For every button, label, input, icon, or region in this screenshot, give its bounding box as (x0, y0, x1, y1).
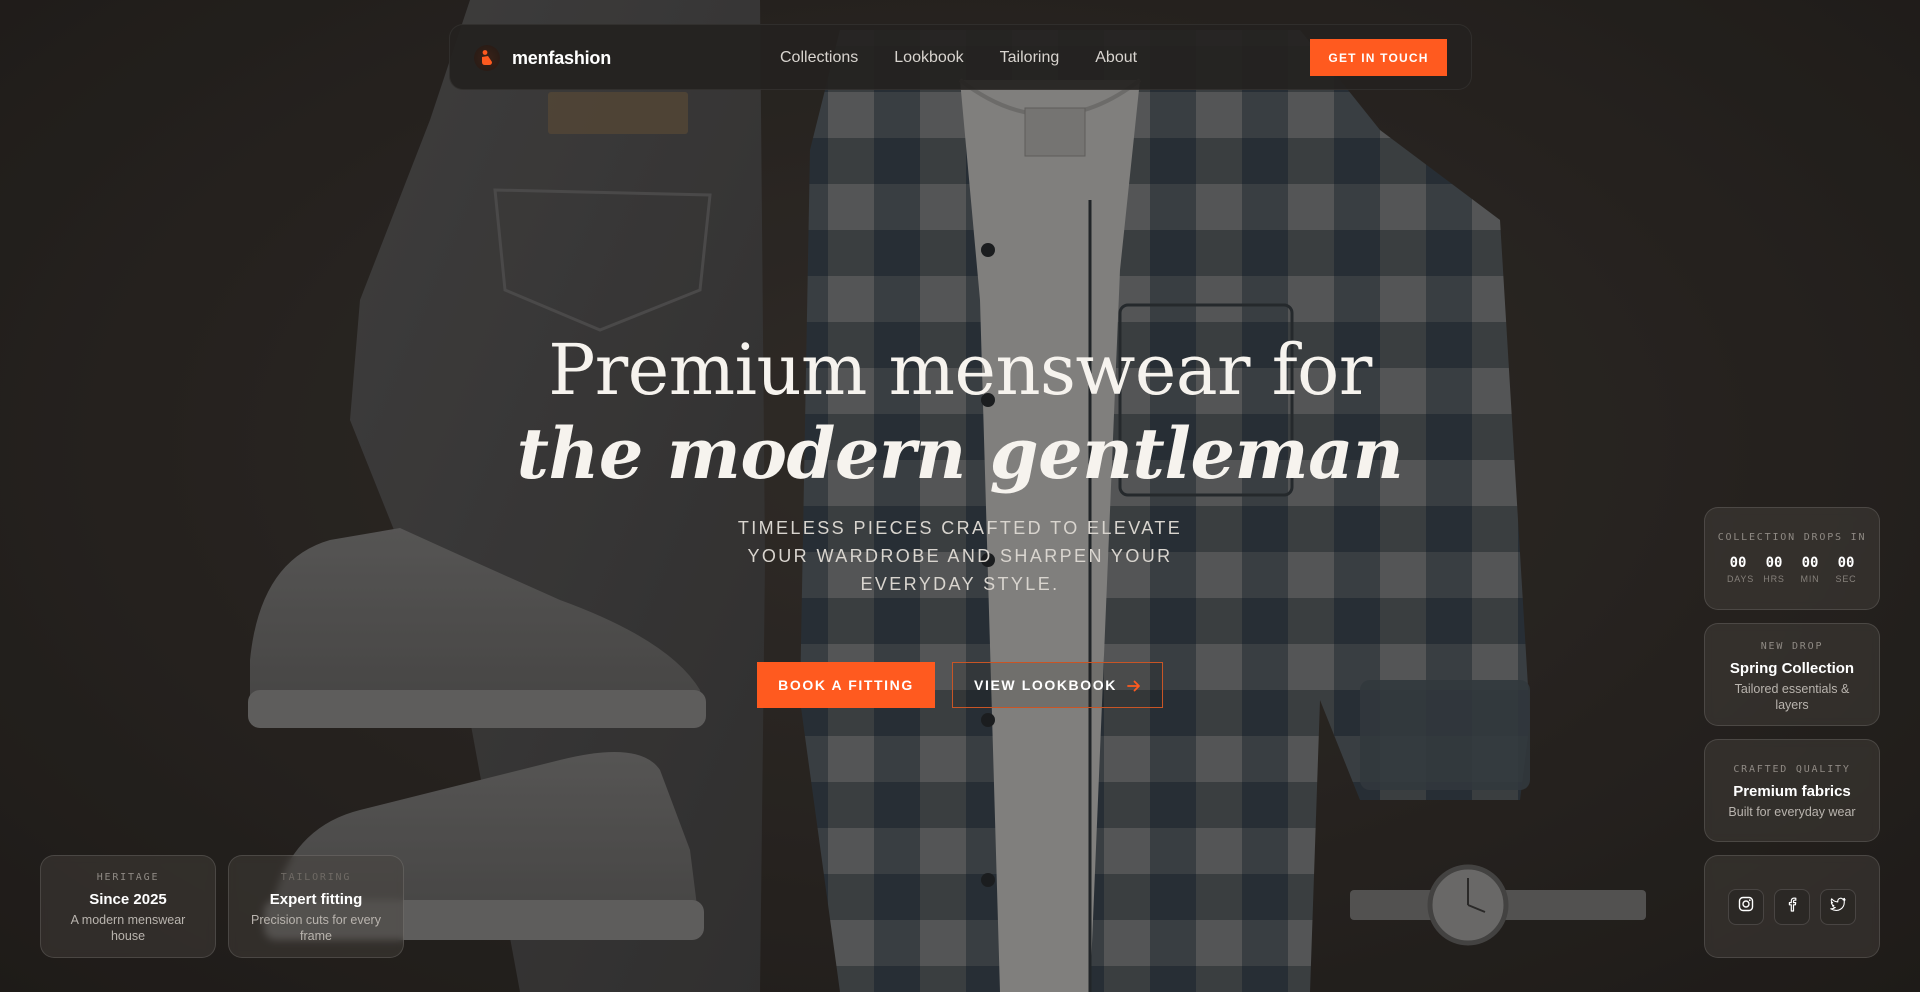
heritage-card: HERITAGE Since 2025 A modern menswear ho… (40, 855, 216, 958)
countdown-days: 00 DAYS (1727, 555, 1755, 584)
social-links-card (1704, 855, 1880, 958)
card-description: A modern menswear house (70, 913, 186, 943)
nav-link-collections[interactable]: Collections (780, 49, 858, 67)
facebook-link[interactable] (1774, 888, 1810, 925)
instagram-link[interactable] (1728, 888, 1764, 925)
main-nav: Collections Lookbook Tailoring About (780, 25, 1137, 91)
countdown-eyebrow: COLLECTION DROPS IN (1717, 532, 1867, 543)
book-fitting-button[interactable]: BOOK A FITTING (757, 662, 935, 708)
twitter-link[interactable] (1820, 888, 1856, 925)
tailoring-card: TAILORING Expert fitting Precision cuts … (228, 855, 404, 958)
instagram-icon (1738, 896, 1754, 917)
view-lookbook-button[interactable]: VIEW LOOKBOOK (952, 662, 1163, 708)
card-eyebrow: NEW DROP (1760, 641, 1824, 652)
brand-logo[interactable]: menfashion (474, 25, 611, 91)
nav-link-tailoring[interactable]: Tailoring (1000, 49, 1060, 67)
countdown-value: 00 (1729, 555, 1747, 571)
countdown-label: MIN (1800, 574, 1820, 584)
nav-link-lookbook[interactable]: Lookbook (894, 49, 963, 67)
hero-headline-line2: the modern gentleman (516, 412, 1404, 495)
brand-name: menfashion (512, 47, 612, 68)
facebook-icon (1784, 896, 1800, 917)
card-title: Since 2025 (89, 891, 167, 908)
countdown-label: DAYS (1727, 574, 1755, 584)
crafted-quality-card: CRAFTED QUALITY Premium fabrics Built fo… (1704, 739, 1880, 842)
card-eyebrow: TAILORING (280, 872, 352, 883)
card-description: Built for everyday wear (1728, 805, 1856, 819)
view-lookbook-label: VIEW LOOKBOOK (974, 677, 1117, 693)
card-title: Expert fitting (269, 891, 363, 908)
arrow-right-icon (1127, 679, 1141, 692)
card-eyebrow: CRAFTED QUALITY (1733, 764, 1851, 775)
countdown-seconds: 00 SEC (1835, 555, 1857, 584)
countdown-value: 00 (1837, 555, 1855, 571)
twitter-icon (1830, 896, 1846, 917)
collection-countdown-card: COLLECTION DROPS IN 00 DAYS 00 HRS 00 MI… (1704, 507, 1880, 610)
top-navbar: menfashion Collections Lookbook Tailorin… (449, 24, 1472, 90)
new-drop-card[interactable]: NEW DROP Spring Collection Tailored esse… (1704, 623, 1880, 726)
card-title: Premium fabrics (1733, 783, 1851, 800)
countdown-label: SEC (1835, 574, 1857, 584)
hero-subheadline: TIMELESS PIECES CRAFTED TO ELEVATE YOUR … (737, 518, 1183, 594)
countdown-hours: 00 HRS (1763, 555, 1785, 584)
card-description: Tailored essentials & layers (1734, 682, 1850, 712)
countdown-value: 00 (1801, 555, 1819, 571)
card-eyebrow: HERITAGE (96, 872, 160, 883)
countdown-value: 00 (1765, 555, 1783, 571)
hero-headline-line1: Premium menswear for (548, 329, 1372, 411)
hero-background-image (0, 0, 1920, 992)
get-in-touch-button[interactable]: GET IN TOUCH (1310, 39, 1447, 76)
countdown-minutes: 00 MIN (1799, 555, 1821, 584)
brand-mark-icon (474, 45, 500, 71)
card-description: Precision cuts for every frame (251, 913, 381, 943)
countdown-label: HRS (1763, 574, 1785, 584)
nav-link-about[interactable]: About (1095, 49, 1137, 67)
countdown-timer: 00 DAYS 00 HRS 00 MIN 00 SEC (1705, 555, 1879, 584)
card-title: Spring Collection (1729, 660, 1855, 677)
